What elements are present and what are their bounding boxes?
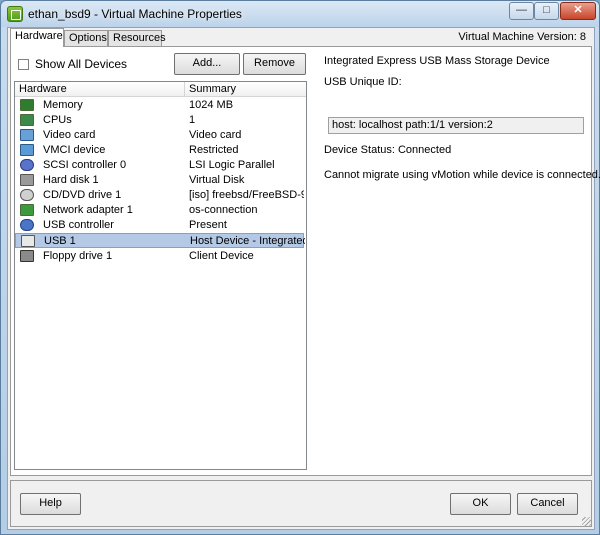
dialog-client: Hardware Options Resources Virtual Machi…: [7, 27, 600, 530]
device-name: Integrated Express USB Mass Storage Devi…: [324, 55, 550, 67]
hardware-name: USB 1: [44, 235, 76, 247]
usb-device-icon: [21, 235, 35, 247]
button-bar: Help OK Cancel: [10, 480, 592, 527]
hard-disk-icon: [20, 174, 34, 186]
hardware-row-memory[interactable]: Memory 1024 MB: [15, 98, 304, 113]
hardware-name: Hard disk 1: [43, 174, 99, 186]
add-button[interactable]: Add...: [174, 53, 240, 75]
hardware-row-video-card[interactable]: Video card Video card: [15, 128, 304, 143]
vm-app-icon: [7, 6, 23, 22]
floppy-icon: [20, 250, 34, 262]
hardware-name: CPUs: [43, 114, 72, 126]
tab-resources[interactable]: Resources: [108, 30, 166, 46]
hardware-name: Floppy drive 1: [43, 250, 113, 262]
resize-grip[interactable]: [582, 517, 592, 527]
hardware-name: Memory: [43, 99, 83, 111]
column-header-hardware[interactable]: Hardware: [19, 83, 67, 95]
vm-version-label: Virtual Machine Version: 8: [458, 31, 586, 43]
hardware-row-vmci-device[interactable]: VMCI device Restricted: [15, 143, 304, 158]
ok-button[interactable]: OK: [450, 493, 511, 515]
usb-unique-id-field[interactable]: host: localhost path:1/1 version:2: [328, 117, 584, 134]
column-header-summary[interactable]: Summary: [189, 83, 236, 95]
hardware-summary: [iso] freebsd/FreeBSD-9...: [189, 189, 304, 201]
device-details: Integrated Express USB Mass Storage Devi…: [311, 47, 600, 475]
hardware-summary: 1: [189, 114, 196, 126]
vmotion-note: Cannot migrate using vMotion while devic…: [324, 169, 600, 181]
hardware-row-usb-1[interactable]: USB 1 Host Device - Integrated...: [15, 233, 305, 248]
usb-controller-icon: [20, 219, 34, 231]
hardware-row-cd-dvd-drive[interactable]: CD/DVD drive 1 [iso] freebsd/FreeBSD-9..…: [15, 188, 304, 203]
hardware-summary: LSI Logic Parallel: [189, 159, 275, 171]
properties-window: ethan_bsd9 - Virtual Machine Properties …: [0, 0, 600, 535]
hardware-name: VMCI device: [43, 144, 106, 156]
usb-unique-id-label: USB Unique ID:: [324, 76, 402, 88]
window-title: ethan_bsd9 - Virtual Machine Properties: [28, 7, 242, 21]
maximize-button[interactable]: □: [534, 2, 559, 20]
hardware-list[interactable]: Hardware Summary Memory 1024 MB CPUs 1 V…: [14, 81, 307, 470]
show-all-devices-checkbox[interactable]: [18, 59, 29, 70]
vmci-icon: [20, 144, 34, 156]
remove-button[interactable]: Remove: [243, 53, 306, 75]
tab-options[interactable]: Options: [64, 30, 108, 46]
cd-dvd-icon: [20, 189, 34, 201]
hardware-summary: Virtual Disk: [189, 174, 245, 186]
hardware-panel: Show All Devices Add... Remove Hardware …: [10, 46, 600, 476]
help-button[interactable]: Help: [20, 493, 81, 515]
hardware-name: SCSI controller 0: [43, 159, 127, 171]
close-button[interactable]: ✕: [560, 2, 596, 20]
hardware-summary: Restricted: [189, 144, 239, 156]
scsi-controller-icon: [20, 159, 34, 171]
hardware-summary: 1024 MB: [189, 99, 234, 111]
column-divider[interactable]: [184, 82, 185, 97]
video-card-icon: [20, 129, 34, 141]
hardware-row-floppy-drive[interactable]: Floppy drive 1 Client Device: [15, 249, 304, 264]
cancel-button[interactable]: Cancel: [517, 493, 578, 515]
hardware-summary: os-connection: [189, 204, 258, 216]
hardware-row-network-adapter[interactable]: Network adapter 1 os-connection: [15, 203, 304, 218]
hardware-row-scsi-controller[interactable]: SCSI controller 0 LSI Logic Parallel: [15, 158, 304, 173]
device-status: Device Status: Connected: [324, 144, 452, 156]
hardware-row-hard-disk[interactable]: Hard disk 1 Virtual Disk: [15, 173, 304, 188]
hardware-summary: Video card: [189, 129, 242, 141]
list-header: Hardware Summary: [15, 82, 306, 97]
network-adapter-icon: [20, 204, 34, 216]
hardware-name: Video card: [43, 129, 96, 141]
tab-hardware[interactable]: Hardware: [10, 28, 64, 47]
title-bar[interactable]: ethan_bsd9 - Virtual Machine Properties …: [1, 1, 599, 27]
hardware-row-usb-controller[interactable]: USB controller Present: [15, 218, 304, 233]
minimize-button[interactable]: —: [509, 2, 534, 20]
hardware-name: Network adapter 1: [43, 204, 133, 216]
hardware-name: CD/DVD drive 1: [43, 189, 122, 201]
hardware-summary: Client Device: [189, 250, 254, 262]
cpu-icon: [20, 114, 34, 126]
hardware-summary: Present: [189, 219, 227, 231]
memory-icon: [20, 99, 34, 111]
hardware-summary: Host Device - Integrated...: [190, 235, 305, 247]
show-all-devices-label[interactable]: Show All Devices: [35, 57, 127, 71]
hardware-name: USB controller: [43, 219, 114, 231]
hardware-row-cpus[interactable]: CPUs 1: [15, 113, 304, 128]
